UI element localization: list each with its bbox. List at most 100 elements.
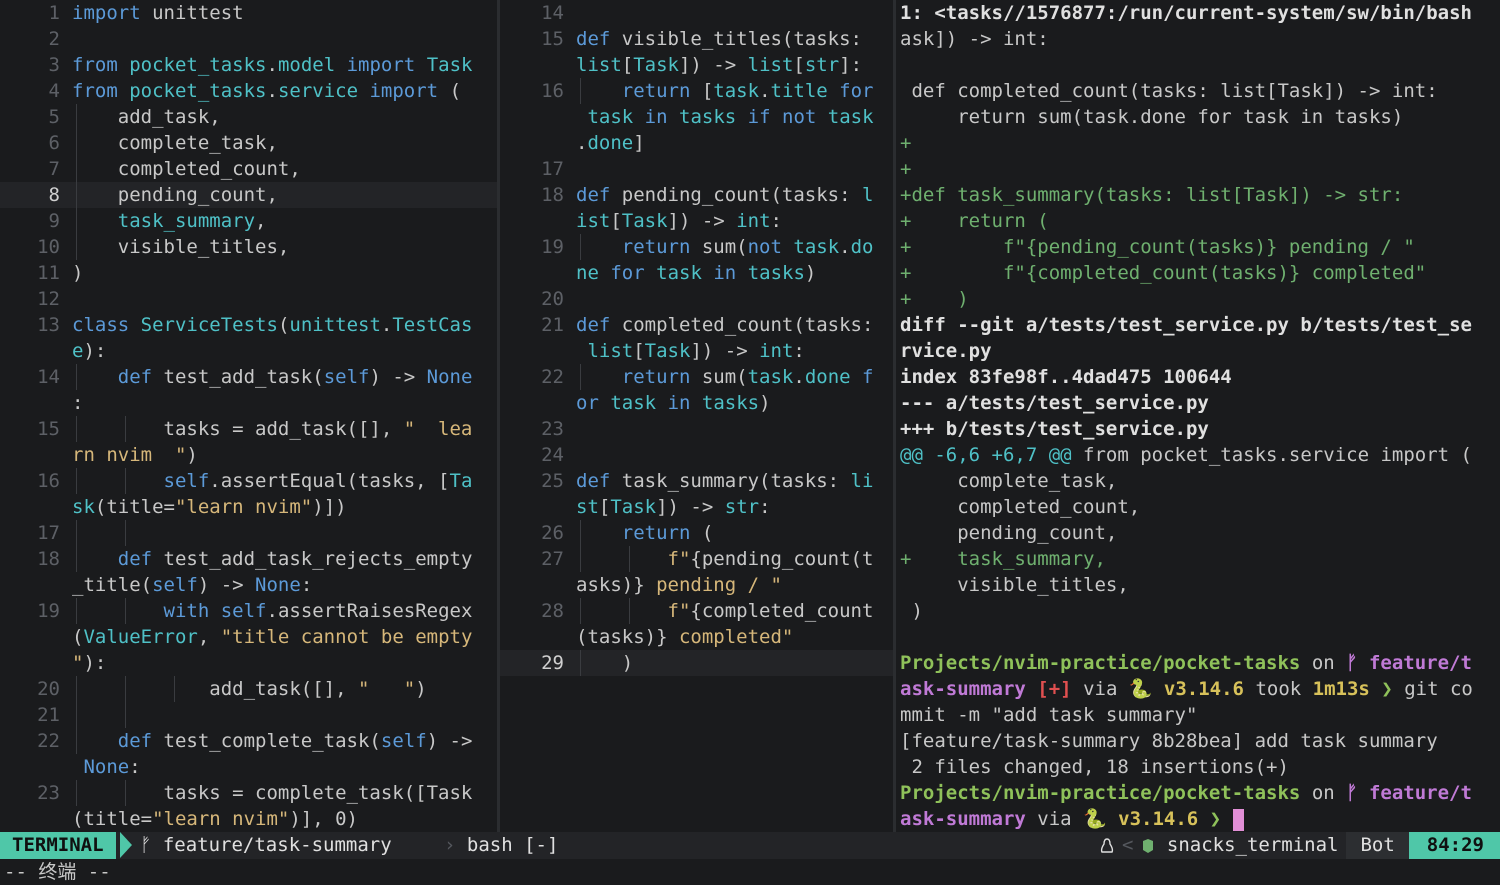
code-line[interactable]: sk(title="learn nvim")]) bbox=[0, 494, 497, 520]
code-line[interactable]: "): bbox=[0, 650, 497, 676]
code-line[interactable]: ne for task in tasks) bbox=[500, 260, 893, 286]
line-number: 29 bbox=[541, 652, 564, 674]
code-line[interactable]: task in tasks if not task bbox=[500, 104, 893, 130]
code-line[interactable]: 6 complete_task, bbox=[0, 130, 497, 156]
code-text: e): bbox=[72, 338, 106, 364]
code-line[interactable]: (title="learn nvim")], 0) bbox=[0, 806, 497, 832]
code-line[interactable]: 18 def test_add_task_rejects_empty bbox=[0, 546, 497, 572]
code-token: task_summary bbox=[117, 210, 256, 232]
code-line[interactable]: (ValueError, "title cannot be empty bbox=[0, 624, 497, 650]
terminal-text: diff --git a/tests/test_service.py b/tes… bbox=[900, 312, 1472, 338]
terminal-token: completed_count, bbox=[900, 496, 1141, 518]
terminal-pane[interactable]: 1: <tasks//1576877:/run/current-system/s… bbox=[896, 0, 1500, 832]
code-line[interactable]: 11) bbox=[0, 260, 497, 286]
code-line[interactable]: list[Task]) -> list[str]: bbox=[500, 52, 893, 78]
command-line[interactable]: -- 终端 -- bbox=[0, 859, 1500, 885]
code-line[interactable]: 20 add_task([], " ") bbox=[0, 676, 497, 702]
terminal-token: + task_summary, bbox=[900, 548, 1106, 570]
code-line[interactable]: st[Task]) -> str: bbox=[500, 494, 893, 520]
code-line[interactable]: 16 return [task.title for bbox=[500, 78, 893, 104]
code-line[interactable]: list[Task]) -> int: bbox=[500, 338, 893, 364]
terminal-line: + ) bbox=[896, 286, 1500, 312]
code-token: task_summary(tasks: bbox=[610, 470, 851, 492]
code-line[interactable]: 25 def task_summary(tasks: li bbox=[500, 468, 893, 494]
code-line[interactable]: 18 def pending_count(tasks: l bbox=[500, 182, 893, 208]
terminal-token: pending_count, bbox=[900, 522, 1118, 544]
code-token: str bbox=[804, 54, 840, 76]
code-line[interactable]: 28 f"{completed_count bbox=[500, 598, 893, 624]
code-text: self.assertEqual(tasks, [Ta bbox=[72, 468, 473, 494]
code-token: list bbox=[747, 54, 794, 76]
code-line[interactable]: 9 task_summary, bbox=[0, 208, 497, 234]
code-line[interactable]: or task in tasks) bbox=[500, 390, 893, 416]
code-line[interactable]: 16 self.assertEqual(tasks, [Ta bbox=[0, 468, 497, 494]
code-text: add_task([], " ") bbox=[72, 676, 426, 702]
line-number: 16 bbox=[37, 470, 60, 492]
code-line[interactable]: 22 return sum(task.done f bbox=[500, 364, 893, 390]
code-token: tasks bbox=[701, 392, 760, 414]
code-line[interactable]: 20 bbox=[500, 286, 893, 312]
code-line[interactable]: rn nvim ") bbox=[0, 442, 497, 468]
code-line[interactable]: 10 visible_titles, bbox=[0, 234, 497, 260]
code-line[interactable]: 23 tasks = complete_task([Task bbox=[0, 780, 497, 806]
code-line[interactable]: None: bbox=[0, 754, 497, 780]
code-token: ]) -> bbox=[690, 340, 760, 362]
terminal-line: + f"{pending_count(tasks)} pending / " bbox=[896, 234, 1500, 260]
code-line[interactable]: 7 completed_count, bbox=[0, 156, 497, 182]
terminal-token: from pocket_tasks.service import ( bbox=[1071, 444, 1472, 466]
terminal-text: ask]) -> int: bbox=[900, 26, 1049, 52]
code-line[interactable]: : bbox=[0, 390, 497, 416]
code-line[interactable]: 15 def visible_titles(tasks: bbox=[500, 26, 893, 52]
code-line[interactable]: ist[Task]) -> int: bbox=[500, 208, 893, 234]
code-line[interactable]: 3 from pocket_tasks.model import Task bbox=[0, 52, 497, 78]
code-line[interactable]: 12 bbox=[0, 286, 497, 312]
terminal-line: ask-summary [+] via 🐍 v3.14.6 took 1m13s… bbox=[896, 676, 1500, 702]
code-line[interactable]: 17 bbox=[500, 156, 893, 182]
code-token: ne bbox=[576, 262, 599, 284]
code-line[interactable]: (tasks)} completed" bbox=[500, 624, 893, 650]
code-token: _title( bbox=[72, 574, 153, 596]
code-line[interactable]: 5 add_task, bbox=[0, 104, 497, 130]
code-line[interactable]: 27 f"{pending_count(t bbox=[500, 546, 893, 572]
terminal-line: [feature/task-summary 8b28bea] add task … bbox=[896, 728, 1500, 754]
editor-pane-test-service[interactable]: 1 import unittest 2 3 from pocket_tasks.mode… bbox=[0, 0, 497, 832]
code-line[interactable]: 14 def test_add_task(self) -> None bbox=[0, 364, 497, 390]
code-line[interactable]: 29 ) bbox=[500, 650, 893, 676]
code-line[interactable]: 8 pending_count, bbox=[0, 182, 497, 208]
code-line[interactable]: 23 bbox=[500, 416, 893, 442]
code-line[interactable]: 1 import unittest bbox=[0, 0, 497, 26]
code-line[interactable]: 26 return ( bbox=[500, 520, 893, 546]
statusline-right: < snacks_terminal Bot 84:29 bbox=[1092, 832, 1500, 859]
code-line[interactable]: 21 bbox=[0, 702, 497, 728]
code-line[interactable]: 21 def completed_count(tasks: bbox=[500, 312, 893, 338]
code-line[interactable]: 15 tasks = add_task([], " lea bbox=[0, 416, 497, 442]
code-line[interactable]: 13 class ServiceTests(unittest.TestCas bbox=[0, 312, 497, 338]
code-token: in bbox=[713, 262, 737, 284]
code-line[interactable]: 17 bbox=[0, 520, 497, 546]
code-token: asks)} bbox=[576, 574, 645, 596]
code-line[interactable]: _title(self) -> None: bbox=[0, 572, 497, 598]
terminal-text: +def task_summary(tasks: list[Task]) -> … bbox=[900, 182, 1403, 208]
code-line[interactable]: 22 def test_complete_task(self) -> bbox=[0, 728, 497, 754]
code-line[interactable]: 14 bbox=[500, 0, 893, 26]
code-text: None: bbox=[72, 754, 140, 780]
terminal-token: + bbox=[900, 158, 912, 180]
code-line[interactable]: 2 bbox=[0, 26, 497, 52]
terminal-line: mmit -m "add task summary" bbox=[896, 702, 1500, 728]
code-line[interactable]: asks)} pending / " bbox=[500, 572, 893, 598]
code-token: pending / " bbox=[644, 574, 782, 596]
code-line[interactable]: 24 bbox=[500, 442, 893, 468]
terminal-text: + return ( bbox=[900, 208, 1049, 234]
terminal-token: +++ b/tests/test_service.py bbox=[900, 418, 1209, 440]
code-token: [ bbox=[633, 340, 645, 362]
code-line[interactable]: e): bbox=[0, 338, 497, 364]
code-token: def bbox=[117, 366, 153, 388]
code-token: )], 0) bbox=[289, 808, 358, 830]
editor-pane-service[interactable]: 14 15 def visible_titles(tasks: list[Task])… bbox=[500, 0, 893, 832]
code-line[interactable]: 19 return sum(not task.do bbox=[500, 234, 893, 260]
code-line[interactable]: 4 from pocket_tasks.service import ( bbox=[0, 78, 497, 104]
code-line[interactable]: .done] bbox=[500, 130, 893, 156]
code-line[interactable]: 19 with self.assertRaisesRegex bbox=[0, 598, 497, 624]
